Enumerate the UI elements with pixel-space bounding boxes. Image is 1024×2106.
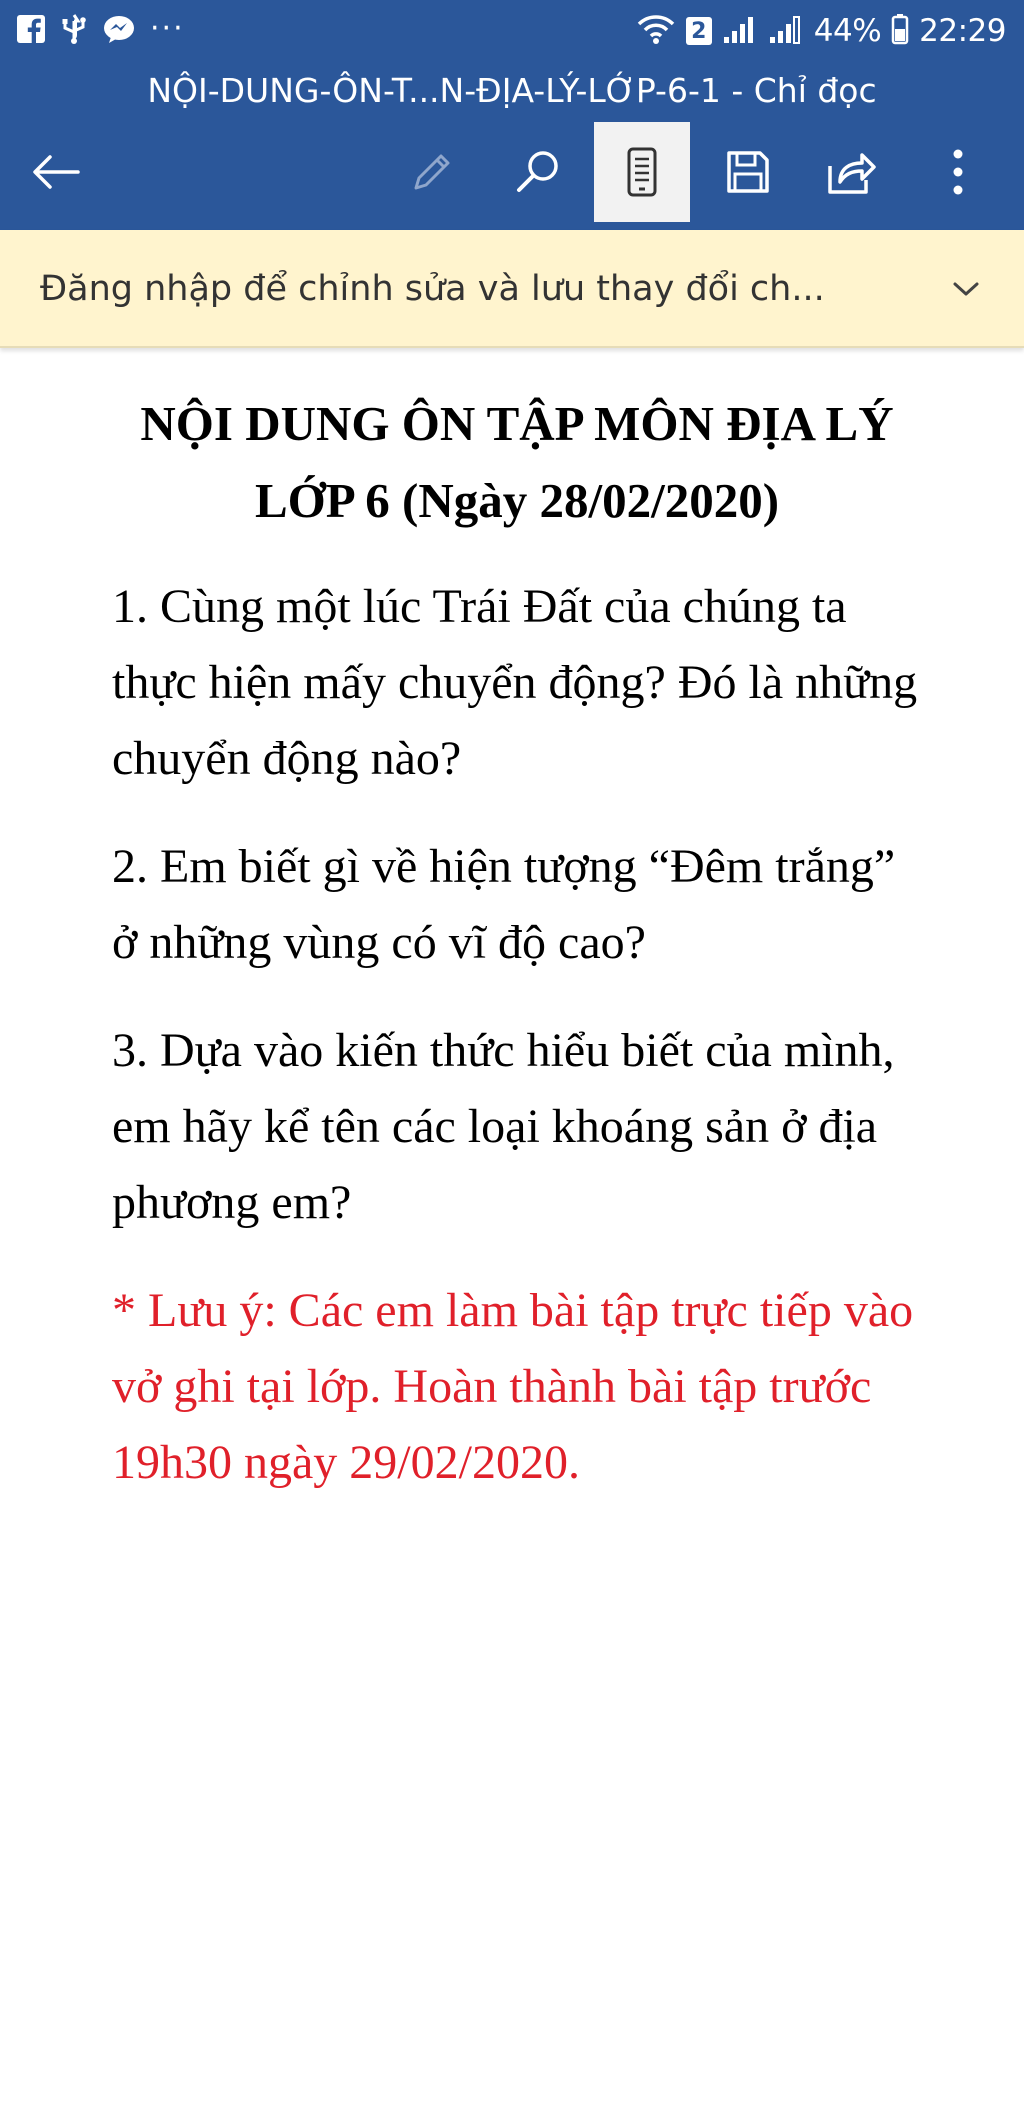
battery-percent: 44%: [813, 13, 882, 49]
clock: 22:29: [919, 13, 1006, 49]
back-arrow-icon: [30, 152, 82, 192]
save-button[interactable]: [700, 122, 796, 222]
mobile-view-button[interactable]: [594, 122, 690, 222]
search-icon: [513, 147, 563, 197]
question-3: 3. Dựa vào kiến thức hiểu biết của mình,…: [112, 1024, 895, 1229]
question-1: 1. Cùng một lúc Trái Đất của chúng ta th…: [112, 580, 918, 785]
document-title-bar: NỘI-DUNG-ÔN-T...N-ĐỊA-LÝ-LỚP-6-1 - Chỉ đ…: [147, 71, 877, 110]
mobile-view-icon: [622, 146, 662, 198]
more-options-icon: [951, 148, 965, 196]
system-indicators: 2 44% 22:29: [636, 8, 1006, 54]
signal-strength-icon-2: [768, 13, 804, 49]
share-icon: [826, 148, 878, 196]
pencil-icon: [408, 148, 456, 196]
document-heading: NỘI DUNG ÔN TẬP MÔN ĐỊA LÝ LỚP 6 (Ngày 2…: [140, 396, 894, 528]
app-header: ··· 2 44% 22:29 NỘI-DUNG-ÔN-T...N-ĐỊA-LÝ…: [0, 0, 1024, 230]
search-button[interactable]: [490, 122, 586, 222]
save-icon: [724, 148, 772, 196]
messenger-icon: [102, 14, 136, 48]
chevron-down-icon[interactable]: [944, 267, 988, 311]
signal-strength-icon: [722, 13, 758, 49]
share-button[interactable]: [804, 122, 900, 222]
facebook-icon: [16, 14, 46, 48]
usb-icon: [60, 13, 88, 49]
toolbar: [0, 122, 1024, 224]
edit-button[interactable]: [384, 122, 480, 222]
back-button[interactable]: [8, 122, 104, 222]
question-2: 2. Em biết gì về hiện tượng “Đêm trắng” …: [112, 840, 896, 969]
battery-icon: [891, 13, 909, 49]
more-notifications-indicator: ···: [150, 10, 185, 46]
more-options-button[interactable]: [910, 122, 1006, 222]
sign-in-banner[interactable]: Đăng nhập để chỉnh sửa và lưu thay đổi c…: [0, 230, 1024, 348]
notification-icons: ···: [16, 10, 185, 52]
note-text: * Lưu ý: Các em làm bài tập trực tiếp và…: [112, 1284, 914, 1489]
sim-badge: 2: [685, 17, 712, 45]
sign-in-banner-text: Đăng nhập để chỉnh sửa và lưu thay đổi c…: [40, 269, 825, 309]
status-bar: ··· 2 44% 22:29: [0, 0, 1024, 62]
wifi-icon: [636, 13, 676, 49]
document-body: NỘI DUNG ÔN TẬP MÔN ĐỊA LÝ LỚP 6 (Ngày 2…: [112, 385, 922, 1501]
